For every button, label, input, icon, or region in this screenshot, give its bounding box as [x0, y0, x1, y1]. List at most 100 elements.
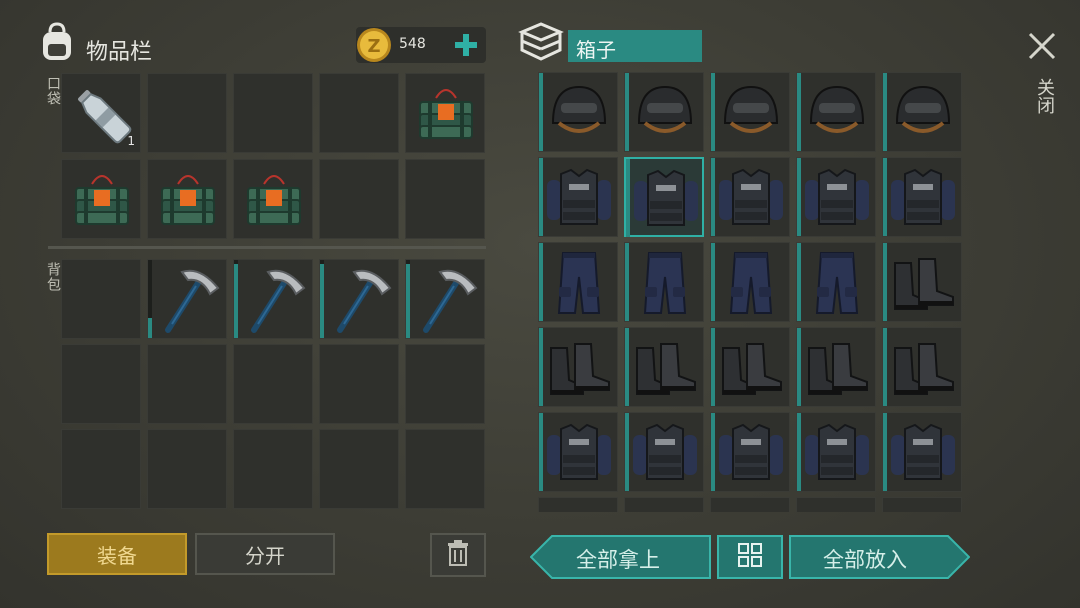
backpack-slot[interactable] — [319, 344, 399, 424]
box-slot[interactable] — [710, 242, 790, 322]
durability-bar — [883, 73, 887, 151]
durability-bar — [625, 73, 629, 151]
coin-amount: 548 — [399, 36, 426, 52]
box-slot[interactable] — [538, 157, 618, 237]
box-slot[interactable] — [796, 242, 876, 322]
durability-bar — [625, 413, 629, 491]
take-all-label: 全部拿上 — [576, 548, 660, 572]
backpack-slot[interactable] — [61, 429, 141, 509]
durability-bar — [883, 413, 887, 491]
durability-bar — [883, 158, 887, 236]
box-slot[interactable] — [710, 412, 790, 492]
backpack-slot[interactable] — [233, 259, 313, 339]
pocket-slot[interactable] — [405, 73, 485, 153]
sort-grid-button[interactable] — [717, 535, 783, 579]
durability-bar — [711, 328, 715, 406]
backpack-slot[interactable] — [405, 259, 485, 339]
durability-bar — [539, 413, 543, 491]
backpack-slot[interactable] — [405, 429, 485, 509]
coin-counter: Z 548 — [356, 27, 486, 63]
put-all-label: 全部放入 — [823, 548, 907, 572]
box-slot[interactable] — [796, 412, 876, 492]
grid-icon — [737, 542, 763, 573]
durability-bar — [711, 413, 715, 491]
take-all-button[interactable]: 全部拿上 — [530, 535, 711, 579]
box-slot[interactable] — [624, 497, 704, 512]
inventory-title: 物品栏 — [86, 40, 153, 65]
durability-bar — [711, 73, 715, 151]
pocket-slot[interactable]: 1 — [61, 73, 141, 153]
box-slot[interactable] — [624, 72, 704, 152]
box-grid[interactable] — [538, 72, 966, 512]
backpack-slot[interactable] — [233, 429, 313, 509]
backpack-slot[interactable] — [319, 429, 399, 509]
backpack-slot[interactable] — [147, 344, 227, 424]
box-slot[interactable] — [538, 72, 618, 152]
box-slot[interactable] — [710, 72, 790, 152]
pocket-slot[interactable] — [319, 73, 399, 153]
box-slot[interactable] — [882, 157, 962, 237]
durability-bar — [539, 243, 543, 321]
pocket-slot[interactable] — [147, 73, 227, 153]
box-title: 箱子 — [576, 38, 616, 62]
pocket-slot[interactable] — [147, 159, 227, 239]
box-slot[interactable] — [796, 72, 876, 152]
durability-bar — [148, 318, 152, 338]
backpack-slot[interactable] — [61, 259, 141, 339]
backpack-slot[interactable] — [147, 429, 227, 509]
section-divider — [48, 246, 486, 249]
add-coins-button[interactable] — [452, 31, 480, 59]
close-button[interactable]: 关闭 — [1018, 26, 1066, 130]
put-all-button[interactable]: 全部放入 — [789, 535, 970, 579]
backpack-slot[interactable] — [61, 344, 141, 424]
box-slot[interactable] — [624, 327, 704, 407]
box-slot[interactable] — [882, 327, 962, 407]
durability-bar — [883, 328, 887, 406]
durability-bar — [234, 264, 238, 338]
box-slot[interactable] — [710, 157, 790, 237]
durability-bar — [406, 264, 410, 338]
box-slot[interactable] — [796, 327, 876, 407]
box-slot[interactable] — [882, 242, 962, 322]
durability-bar — [320, 264, 324, 338]
box-slot[interactable] — [624, 157, 704, 237]
backpack-slot[interactable] — [319, 259, 399, 339]
durability-bar — [797, 243, 801, 321]
equip-button-label: 装备 — [97, 543, 137, 568]
backpack-slot[interactable] — [147, 259, 227, 339]
box-slot[interactable] — [796, 497, 876, 512]
pocket-slot[interactable] — [61, 159, 141, 239]
box-slot[interactable] — [538, 242, 618, 322]
equip-button[interactable]: 装备 — [47, 533, 187, 575]
durability-bar — [797, 73, 801, 151]
durability-bar — [711, 158, 715, 236]
box-slot[interactable] — [538, 327, 618, 407]
durability-bar — [539, 328, 543, 406]
split-button-label: 分开 — [245, 543, 285, 568]
durability-bar — [625, 328, 629, 406]
split-button[interactable]: 分开 — [195, 533, 335, 575]
box-slot[interactable] — [538, 412, 618, 492]
pocket-slot[interactable] — [233, 159, 313, 239]
item-quantity: 1 — [127, 134, 135, 148]
box-slot[interactable] — [882, 497, 962, 512]
pocket-label: 口袋 — [45, 76, 61, 106]
box-slot[interactable] — [624, 412, 704, 492]
box-slot[interactable] — [796, 157, 876, 237]
backpack-slot[interactable] — [233, 344, 313, 424]
trash-button[interactable] — [430, 533, 486, 577]
pocket-slot[interactable] — [233, 73, 313, 153]
durability-bar — [797, 328, 801, 406]
box-slot[interactable] — [538, 497, 618, 512]
durability-bar — [539, 73, 543, 151]
box-slot[interactable] — [710, 327, 790, 407]
svg-text:Z: Z — [367, 36, 380, 57]
pocket-slot[interactable] — [405, 159, 485, 239]
pocket-slot[interactable] — [319, 159, 399, 239]
box-slot[interactable] — [710, 497, 790, 512]
coin-icon: Z — [356, 27, 392, 63]
box-slot[interactable] — [882, 412, 962, 492]
box-slot[interactable] — [882, 72, 962, 152]
box-slot[interactable] — [624, 242, 704, 322]
backpack-slot[interactable] — [405, 344, 485, 424]
